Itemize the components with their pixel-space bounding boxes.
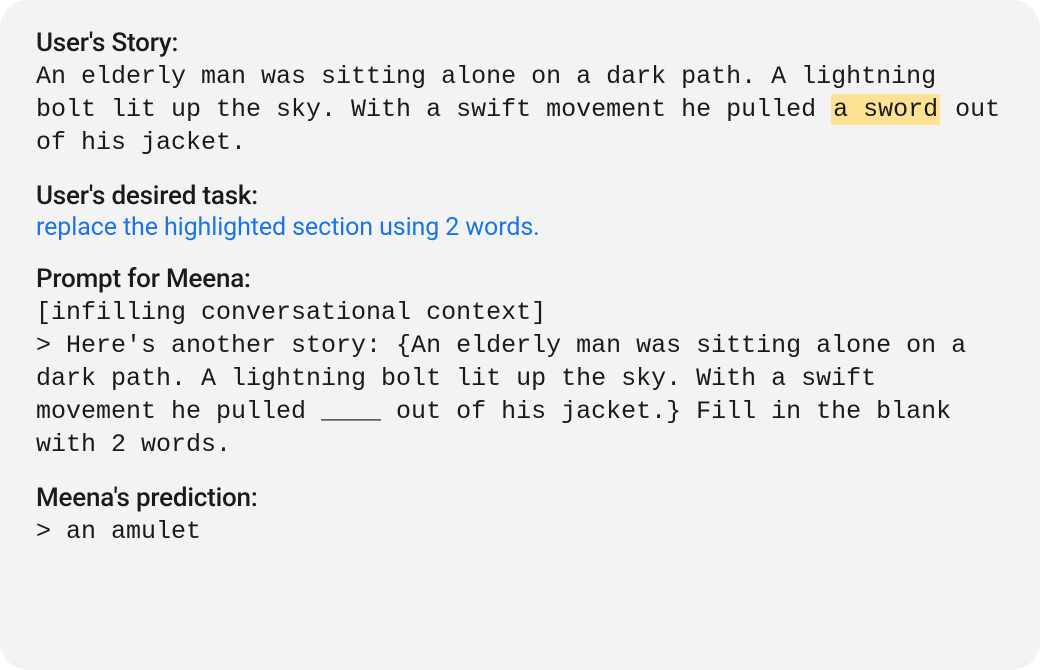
story-body: An elderly man was sitting alone on a da… — [36, 60, 1004, 159]
task-section: User's desired task: replace the highlig… — [36, 181, 1004, 242]
story-pre-text: An elderly man was sitting alone on a da… — [36, 62, 936, 124]
prompt-section: Prompt for Meena: [infilling conversatio… — [36, 264, 1004, 461]
story-highlight: a sword — [831, 94, 940, 125]
prediction-body: > an amulet — [36, 515, 1004, 548]
story-section: User's Story: An elderly man was sitting… — [36, 28, 1004, 159]
task-heading: User's desired task: — [36, 181, 1004, 211]
prompt-body: [infilling conversational context] > Her… — [36, 296, 1004, 461]
prediction-section: Meena's prediction: > an amulet — [36, 483, 1004, 548]
story-heading: User's Story: — [36, 28, 1004, 58]
prediction-heading: Meena's prediction: — [36, 483, 1004, 513]
content-card: User's Story: An elderly man was sitting… — [0, 0, 1040, 670]
prompt-heading: Prompt for Meena: — [36, 264, 1004, 294]
task-text: replace the highlighted section using 2 … — [36, 213, 1004, 242]
